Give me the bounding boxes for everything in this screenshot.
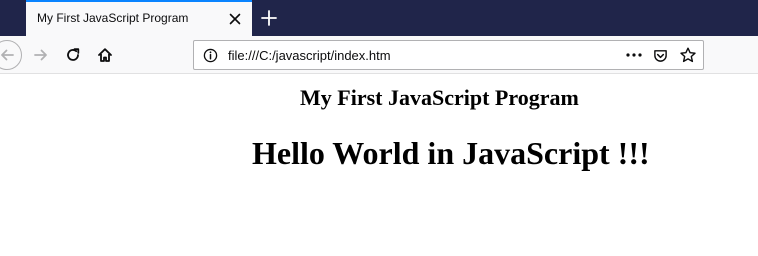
pocket-icon[interactable] bbox=[652, 47, 668, 63]
page-subheading: My First JavaScript Program bbox=[300, 85, 579, 110]
tab-strip: My First JavaScript Program bbox=[0, 0, 758, 36]
star-icon[interactable] bbox=[679, 46, 697, 64]
tab-title: My First JavaScript Program bbox=[37, 11, 189, 25]
info-icon[interactable] bbox=[202, 47, 218, 63]
navigation-toolbar: file:///C:/javascript/index.htm bbox=[0, 36, 758, 74]
close-icon[interactable] bbox=[226, 10, 244, 28]
forward-arrow-icon[interactable] bbox=[28, 42, 54, 68]
page-heading: Hello World in JavaScript !!! bbox=[252, 135, 650, 171]
url-text[interactable]: file:///C:/javascript/index.htm bbox=[228, 48, 391, 63]
back-arrow-icon[interactable] bbox=[0, 40, 22, 70]
page-content: My First JavaScript Program Hello World … bbox=[0, 74, 758, 256]
url-bar[interactable]: file:///C:/javascript/index.htm bbox=[193, 40, 704, 70]
reload-icon[interactable] bbox=[60, 42, 86, 68]
home-icon[interactable] bbox=[92, 42, 118, 68]
plus-icon[interactable] bbox=[258, 7, 280, 29]
more-dots-icon[interactable] bbox=[625, 47, 643, 63]
tab-active[interactable]: My First JavaScript Program bbox=[26, 0, 252, 36]
